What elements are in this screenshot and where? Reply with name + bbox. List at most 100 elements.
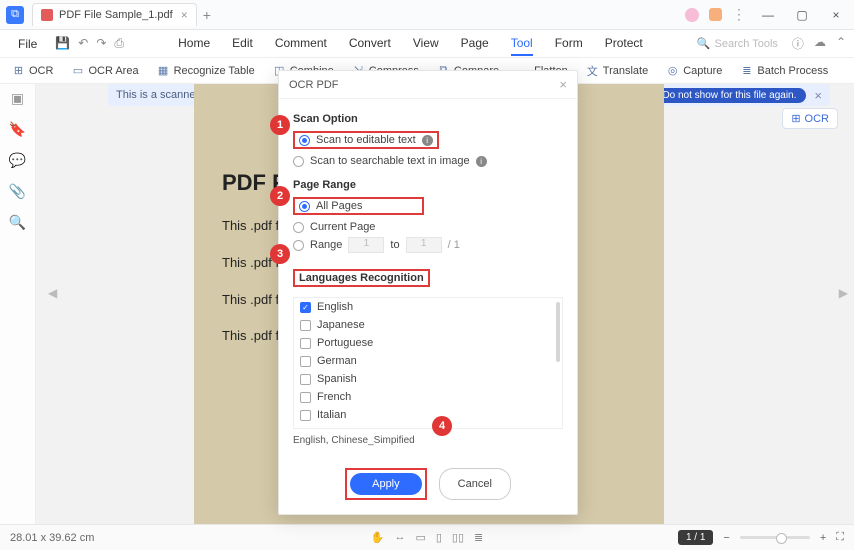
close-tab-icon[interactable]: × — [181, 8, 188, 22]
selected-languages-summary: English, Chinese_Simpified — [293, 435, 563, 446]
range-to-input[interactable]: 1 — [406, 237, 442, 253]
attachments-icon[interactable]: 📎 — [9, 183, 26, 200]
lang-check-portuguese[interactable] — [300, 338, 311, 349]
radio-range[interactable] — [293, 240, 304, 251]
tab-page[interactable]: Page — [461, 32, 489, 56]
minimize-button[interactable]: — — [756, 8, 780, 22]
cancel-button[interactable]: Cancel — [439, 468, 511, 500]
callout-1: 1 — [270, 115, 290, 135]
apply-button[interactable]: Apply — [350, 473, 422, 495]
info-icon[interactable]: i — [476, 156, 487, 167]
thumbnails-icon[interactable]: ▣ — [11, 90, 24, 107]
left-sidebar: ▣ 🔖 💬 📎 🔍 — [0, 84, 36, 524]
ocr-icon: ⊞ — [791, 112, 800, 125]
document-tab[interactable]: PDF File Sample_1.pdf × — [32, 3, 197, 26]
tab-protect[interactable]: Protect — [605, 32, 643, 56]
scrollbar[interactable] — [556, 302, 560, 362]
more-icon[interactable]: ⋮ — [732, 6, 746, 23]
tool-batch[interactable]: ≣Batch Process — [740, 64, 828, 77]
tab-tool[interactable]: Tool — [511, 32, 533, 56]
range-label: Range — [310, 239, 342, 251]
status-bar: 28.01 x 39.62 cm ✋ ↔ ▭ ▯ ▯▯ ≣ 1 / 1 − + … — [0, 524, 854, 550]
radio-editable-text[interactable] — [299, 135, 310, 146]
languages-title: Languages Recognition — [293, 269, 430, 287]
scan-option-title: Scan Option — [293, 113, 563, 125]
save-icon[interactable]: 💾 — [55, 36, 70, 51]
callout-2: 2 — [270, 186, 290, 206]
tool-ocr[interactable]: ⊞OCR — [12, 64, 53, 77]
zoom-out-icon[interactable]: − — [723, 532, 729, 544]
callout-3: 3 — [270, 244, 290, 264]
undo-icon[interactable]: ↶ — [78, 36, 88, 51]
tool-ocr-area[interactable]: ▭OCR Area — [71, 64, 138, 77]
page-dimensions: 28.01 x 39.62 cm — [10, 532, 94, 544]
fullscreen-icon[interactable]: ⛶ — [836, 531, 844, 544]
share-icon[interactable] — [709, 8, 722, 21]
fit-page-icon[interactable]: ▭ — [415, 531, 425, 544]
lang-check-english[interactable]: ✓ — [300, 302, 311, 313]
hand-tool-icon[interactable]: ✋ — [371, 531, 385, 544]
close-window-button[interactable]: × — [824, 8, 848, 22]
info-icon[interactable]: i — [422, 135, 433, 146]
new-tab-button[interactable]: + — [203, 7, 211, 23]
tool-translate[interactable]: 文Translate — [586, 64, 648, 77]
range-from-input[interactable]: 1 — [348, 237, 384, 253]
radio-all-label: All Pages — [316, 200, 362, 212]
main-tabs: Home Edit Comment Convert View Page Tool… — [128, 32, 693, 56]
modal-title: OCR PDF — [289, 79, 339, 91]
pdf-icon — [41, 9, 53, 21]
radio-current-label: Current Page — [310, 221, 375, 233]
languages-list: ✓English Japanese Portuguese German Span… — [293, 297, 563, 429]
tab-home[interactable]: Home — [178, 32, 210, 56]
avatar-icon[interactable] — [685, 8, 699, 22]
ocr-modal: OCR PDF × Scan Option Scan to editable t… — [278, 70, 578, 515]
banner-dismiss[interactable]: Do not show for this file again. — [652, 88, 806, 103]
tab-edit[interactable]: Edit — [232, 32, 253, 56]
search-panel-icon[interactable]: 🔍 — [9, 214, 26, 231]
search-tools[interactable]: 🔍 Search Tools — [697, 37, 778, 50]
radio-searchable-label: Scan to searchable text in image — [310, 155, 470, 167]
banner-close-icon[interactable]: × — [814, 88, 822, 103]
print-icon[interactable]: ⎙ — [114, 36, 124, 51]
continuous-icon[interactable]: ≣ — [474, 531, 483, 544]
radio-editable-label: Scan to editable text — [316, 134, 416, 146]
cloud-icon[interactable]: ☁ — [814, 35, 826, 52]
file-menu[interactable]: File — [8, 34, 47, 54]
lang-check-japanese[interactable] — [300, 320, 311, 331]
radio-all-pages[interactable] — [299, 201, 310, 212]
titlebar: ⧉ PDF File Sample_1.pdf × + ⋮ — ▢ × — [0, 0, 854, 30]
tool-recognize-table[interactable]: ▦Recognize Table — [157, 64, 255, 77]
lang-check-german[interactable] — [300, 356, 311, 367]
radio-searchable-image[interactable] — [293, 156, 304, 167]
app-icon: ⧉ — [6, 6, 24, 24]
tab-comment[interactable]: Comment — [275, 32, 327, 56]
maximize-button[interactable]: ▢ — [790, 8, 814, 22]
page-range-title: Page Range — [293, 179, 563, 191]
lang-check-spanish[interactable] — [300, 374, 311, 385]
callout-4: 4 — [432, 416, 452, 436]
tab-form[interactable]: Form — [555, 32, 583, 56]
tab-convert[interactable]: Convert — [349, 32, 391, 56]
fit-width-icon[interactable]: ↔ — [394, 531, 405, 544]
page-indicator[interactable]: 1 / 1 — [678, 530, 713, 545]
lang-check-chinese-trad[interactable] — [300, 428, 311, 430]
search-icon: 🔍 — [697, 37, 711, 50]
chevron-up-icon[interactable]: ⌃ — [836, 35, 846, 52]
menubar: File 💾 ↶ ↷ ⎙ Home Edit Comment Convert V… — [0, 30, 854, 58]
lang-check-italian[interactable] — [300, 410, 311, 421]
tool-capture[interactable]: ◎Capture — [666, 64, 722, 77]
lang-check-french[interactable] — [300, 392, 311, 403]
redo-icon[interactable]: ↷ — [96, 36, 106, 51]
tab-view[interactable]: View — [413, 32, 439, 56]
comments-icon[interactable]: 💬 — [9, 152, 26, 169]
single-page-icon[interactable]: ▯ — [436, 531, 442, 544]
zoom-slider[interactable] — [740, 536, 810, 539]
modal-close-icon[interactable]: × — [559, 77, 567, 92]
zoom-in-icon[interactable]: + — [820, 532, 826, 544]
help-icon[interactable]: ⓘ — [792, 35, 804, 52]
next-page-icon[interactable]: ▶ — [839, 286, 848, 300]
two-page-icon[interactable]: ▯▯ — [452, 531, 464, 544]
radio-current-page[interactable] — [293, 222, 304, 233]
ocr-floating-button[interactable]: ⊞ OCR — [782, 108, 838, 129]
bookmark-icon[interactable]: 🔖 — [9, 121, 26, 138]
